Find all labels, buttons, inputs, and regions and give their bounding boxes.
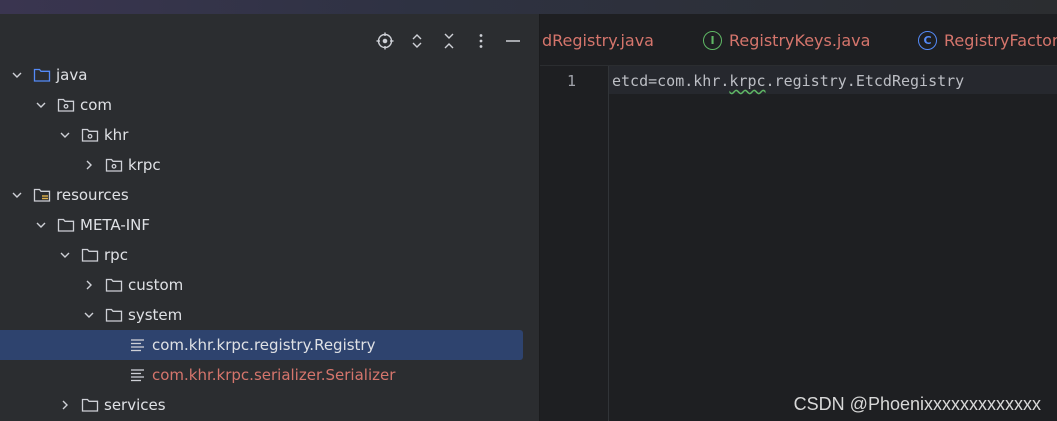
collapse-all-icon[interactable] [436,28,462,54]
folder-icon [105,277,123,293]
minimize-icon[interactable] [500,28,526,54]
tree-item-label: krpc [128,156,161,174]
line-number: 1 [566,72,576,90]
tree-item-serializer-file[interactable]: com.khr.krpc.serializer.Serializer [0,360,538,390]
folder-icon [105,307,123,323]
folder-icon [81,247,99,263]
tree-item-label: com [80,96,113,114]
tree-item-system[interactable]: system [0,300,538,330]
chevron-down-icon[interactable] [58,248,72,262]
tree-item-label: java [56,66,88,84]
project-tool-window: java com khr krpc resources META-INF rpc custom… [0,14,538,421]
tab-label: RegistryFactory [944,30,1057,50]
tree-item-custom[interactable]: custom [0,270,538,300]
chevron-down-icon[interactable] [82,308,96,322]
tree-item-resources[interactable]: resources [0,180,538,210]
watermark: CSDN @Phoenixxxxxxxxxxxxx [793,394,1041,414]
tree-item-label: META-INF [80,216,151,234]
locate-icon[interactable] [372,28,398,54]
text-file-icon [129,367,147,383]
editor-area: dRegistry.java I RegistryKeys.java C Registr… [539,14,1057,421]
resources-folder-icon [33,187,51,203]
tree-item-label: rpc [104,246,128,264]
folder-icon [57,217,75,233]
tab-registry-keys[interactable]: I RegistryKeys.java [703,14,870,66]
tab-etcd-registry[interactable]: dRegistry.java [542,14,654,66]
code-typo-word: krpc [729,72,766,90]
chevron-down-icon[interactable] [10,68,24,82]
tree-item-label: custom [128,276,184,294]
code-text-before: etcd=com.khr. [612,72,730,90]
editor-tabs: dRegistry.java I RegistryKeys.java C Registr… [540,14,1057,66]
tree-item-krpc[interactable]: krpc [0,150,538,180]
chevron-down-icon[interactable] [34,218,48,232]
package-icon [105,157,123,173]
tree-item-services[interactable]: services [0,390,538,420]
tree-item-rpc[interactable]: rpc [0,240,538,270]
project-toolbar [372,28,526,54]
chevron-right-icon[interactable] [82,278,96,292]
tree-item-registry-file[interactable]: com.khr.krpc.registry.Registry [0,330,538,360]
more-options-icon[interactable] [468,28,494,54]
tab-registry-factory[interactable]: C RegistryFactory [918,14,1057,66]
chevron-right-icon[interactable] [58,398,72,412]
title-bar-strip [0,0,1057,14]
package-icon [57,97,75,113]
project-tree: java com khr krpc resources META-INF rpc custom… [0,60,538,420]
chevron-down-icon[interactable] [34,98,48,112]
package-icon [81,127,99,143]
tree-item-meta-inf[interactable]: META-INF [0,210,538,240]
code-line[interactable]: etcd=com.khr.krpc.registry.EtcdRegistry [612,72,964,90]
code-text-after: .registry.EtcdRegistry [765,72,965,90]
tree-item-label: system [128,306,183,324]
line-gutter: 1 [540,66,609,421]
tree-item-java[interactable]: java [0,60,538,90]
tab-label: dRegistry.java [542,30,654,50]
chevron-right-icon[interactable] [82,158,96,172]
interface-icon: I [703,30,722,50]
chevron-down-icon[interactable] [10,188,24,202]
expand-all-icon[interactable] [404,28,430,54]
tree-item-label: com.khr.krpc.registry.Registry [152,336,376,354]
tree-item-label: khr [104,126,129,144]
class-icon: C [918,30,937,50]
chevron-down-icon[interactable] [58,128,72,142]
tree-item-label: resources [56,186,129,204]
text-file-icon [129,337,147,353]
tab-label: RegistryKeys.java [729,30,871,50]
tree-item-khr[interactable]: khr [0,120,538,150]
tree-item-label: com.khr.krpc.serializer.Serializer [152,366,396,384]
source-folder-icon [33,67,51,83]
tree-item-label: services [104,396,166,414]
tree-item-com[interactable]: com [0,90,538,120]
folder-icon [81,397,99,413]
